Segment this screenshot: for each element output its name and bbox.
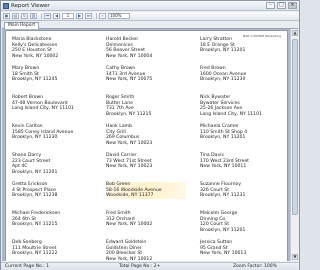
label-line3: New York, NY 10075 [106, 77, 153, 83]
mailing-label: Michael Fredericksen 264 6th St Brooklyn, … [12, 211, 92, 228]
app-icon [3, 3, 9, 9]
refresh-icon[interactable]: ↻ [21, 13, 28, 19]
mailing-label: Bob Green 58-16 Woodside Avenue Woodside, … [106, 182, 186, 199]
next-page-icon[interactable]: ▶ [76, 13, 83, 19]
label-line3: New York, NY 10002 [106, 222, 153, 228]
page-number-field[interactable]: 1 [62, 13, 74, 19]
mailing-label: Mary Brown 18 Smith St Brooklyn, NY 11245 [12, 66, 92, 83]
label-line3: Brooklyn, NY 11215 [12, 222, 58, 228]
title-bar[interactable]: Report Viewer – □ × [1, 1, 299, 11]
minimize-button[interactable]: – [266, 2, 275, 9]
label-line3: Brooklyn, NY 11201 [200, 135, 246, 141]
mailing-label: Gretta Erickson 4 St Prospect Place Brookl… [12, 182, 92, 199]
toggle-tree-icon[interactable]: ▥ [30, 13, 37, 19]
prev-page-icon[interactable]: ◀ [53, 13, 60, 19]
label-line3: Brooklyn, NY 11222 [12, 251, 58, 257]
search-icon[interactable]: ⌕ [99, 13, 106, 19]
label-line4: Brooklyn, NY 11215 [106, 111, 152, 117]
mailing-label: Jessica Sutton 95 Grand St New York, NY 10… [200, 240, 280, 257]
tab-strip: Main Report [2, 22, 298, 29]
label-line3: Brooklyn, NY 11231 [200, 193, 246, 199]
mailing-label: Malcolm George Dinning Co 120 Court St Broo… [200, 211, 280, 233]
mailing-label: Shana Darcy 223 Court Street Apt 4C Brookly… [12, 153, 92, 175]
mailing-label: Michaela Cramer 110 Smith St Shop 4 Brookl… [200, 124, 280, 141]
tab-main-report[interactable]: Main Report [4, 22, 40, 29]
mailing-label: Robert Brown 47-48 Vernon Boulevard Long I… [12, 95, 92, 112]
label-line4: New York, NY 10004 [106, 53, 153, 59]
mailing-label: David Carrier 73 West 71st Street New York… [106, 153, 186, 170]
toolbar-separator [41, 13, 42, 19]
first-page-icon[interactable]: ⏮ [44, 13, 51, 19]
close-button[interactable]: × [288, 2, 297, 9]
vertical-scrollbar[interactable]: ▲ ▼ [290, 29, 298, 261]
label-line4: Brooklyn, NY 11201 [200, 227, 246, 233]
label-line3: New York, NY 10011 [200, 164, 247, 170]
report-viewer-window: Report Viewer – □ × ▣ ▤ ↻ ▥ ⏮ ◀ 1 ▶ ⏭ ⌕ … [0, 0, 300, 270]
label-line4: New York, NY 10023 [106, 140, 153, 146]
status-current-page: Current Page No.: 1 [5, 264, 49, 269]
label-line3: Woodside, NY 11377 [106, 193, 154, 199]
mailing-label: Harold Becker Delmonicos 56 Beaver Street N… [106, 37, 186, 59]
print-icon[interactable]: ▤ [12, 13, 19, 19]
report-viewport[interactable]: MAP CUSTOM Marketing Maria Blackstone Kel… [2, 29, 290, 261]
label-line3: Brooklyn, NY 11230 [200, 77, 246, 83]
mailing-label: Hank Lamb City Grill 269 Columbus New York,… [106, 124, 186, 146]
maximize-button[interactable]: □ [277, 2, 286, 9]
label-line3: New York, NY 10013 [200, 251, 247, 257]
mailing-label: Deb Sonberg 111 Moultrie Street Brooklyn, … [12, 240, 92, 257]
mailing-label: Suzanne Flournoy 326 Court St Brooklyn, NY… [200, 182, 280, 199]
mailing-label: Tina Davis 170 West 23rd Street New York, … [200, 153, 280, 170]
label-line3: Brooklyn, NY 11238 [12, 193, 58, 199]
mailing-label: Nick Bywater Bywater Services 25-26 Jackso… [200, 95, 280, 117]
label-line3: Brooklyn, NY 11201 [200, 48, 246, 54]
label-line3: Brooklyn, NY 11230 [12, 135, 58, 141]
label-line4: Long Island City, NY 11101 [200, 111, 262, 117]
scroll-up-arrow[interactable]: ▲ [292, 30, 298, 36]
zoom-select[interactable]: 100% [108, 13, 130, 19]
last-page-icon[interactable]: ⏭ [85, 13, 92, 19]
status-zoom: Zoom Factor: 100% [233, 264, 277, 269]
toolbar: ▣ ▤ ↻ ▥ ⏮ ◀ 1 ▶ ⏭ ⌕ 100% [1, 12, 299, 21]
export-icon[interactable]: ▣ [3, 13, 10, 19]
scroll-down-arrow[interactable]: ▼ [292, 254, 298, 260]
mailing-label: Fred Smith 312 Orchard New York, NY 10002 [106, 211, 186, 228]
label-line4: Brooklyn, NY 11201 [12, 169, 58, 175]
mailing-label: Roger Smith Butter Lane 731 7th Ave Brookly… [106, 95, 186, 117]
mailing-label: Cathy Brown 1471 3rd Avenue New York, NY 1… [106, 66, 186, 83]
window-title: Report Viewer [11, 3, 50, 9]
status-total-pages: Total Page No.: 2+ [119, 264, 161, 269]
mailing-label: Maria Blackstone Kelly's Delicatessen 250 … [12, 37, 92, 59]
label-line3: Long Island City, NY 11101 [12, 106, 74, 112]
mailing-label: Edward Goldstein Goldstein Diner 200 Bleec… [106, 240, 186, 261]
scrollbar-thumb[interactable] [292, 39, 298, 215]
label-line3: New York, NY 10023 [106, 164, 153, 170]
status-bar: Current Page No.: 1 Total Page No.: 2+ Z… [1, 262, 299, 270]
window-controls: – □ × [266, 2, 297, 9]
label-line3: Brooklyn, NY 11245 [12, 77, 58, 83]
toolbar-separator [96, 13, 97, 19]
report-page: MAP CUSTOM Marketing Maria Blackstone Kel… [5, 30, 288, 261]
mailing-label: Larry Stratton 18 E Orange St Brooklyn, NY… [200, 37, 280, 54]
mailing-label: Kevin Carlton 1585 Coney Island Avenue Bro… [12, 124, 92, 141]
label-line4: New York, NY 10002 [12, 53, 59, 59]
label-line4: New York, NY 10012 [106, 256, 153, 261]
mailing-label: Fred Brown 1600 Ocean Avenue Brooklyn, NY … [200, 66, 280, 83]
